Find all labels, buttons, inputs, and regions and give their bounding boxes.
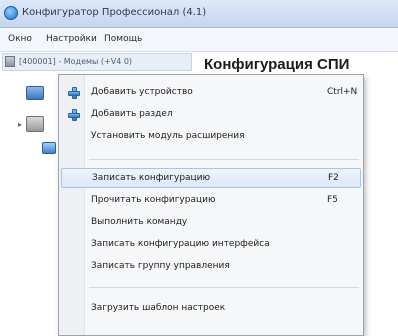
menu-item-load-template[interactable]: Загрузить шаблон настроек	[61, 299, 361, 319]
menu-item-label: Прочитать конфигурацию	[91, 195, 216, 205]
folder-icon[interactable]	[26, 86, 44, 100]
menu-item-label: Добавить устройство	[91, 87, 193, 97]
menu-separator	[89, 159, 359, 160]
window-title: Конфигуратор Профессионал (4.1)	[22, 7, 207, 18]
app-icon	[4, 6, 18, 20]
menu-item-read-config[interactable]: Прочитать конфигурацию F5	[61, 191, 361, 211]
tree-node-label: [400001] - Модемы (+V4 0)	[19, 57, 133, 66]
menu-item-add-device[interactable]: Добавить устройство Ctrl+N	[61, 83, 361, 103]
menu-item-shortcut: F5	[327, 195, 338, 205]
menu-item-write-control-group[interactable]: Записать группу управления	[61, 257, 361, 277]
menu-item-shortcut: F2	[328, 173, 339, 183]
menu-window[interactable]: Окно	[8, 34, 32, 44]
menu-item-label: Записать конфигурацию интерфейса	[91, 239, 270, 249]
menu-item-execute-command[interactable]: Выполнить команду	[61, 213, 361, 233]
device-icon	[5, 56, 15, 67]
menu-item-label: Загрузить шаблон настроек	[91, 303, 226, 313]
menu-separator	[89, 287, 359, 288]
page-title: Конфигурация СПИ	[204, 56, 350, 73]
menu-item-write-config[interactable]: Записать конфигурацию F2	[61, 168, 361, 188]
context-menu: Добавить устройство Ctrl+N Добавить разд…	[58, 74, 364, 336]
menu-item-install-module[interactable]: Установить модуль расширения	[61, 127, 361, 147]
menu-item-label: Записать группу управления	[91, 261, 230, 271]
menu-bar: Окно Настройки Помощь	[0, 28, 398, 52]
module-icon[interactable]	[42, 142, 56, 154]
menu-item-add-section[interactable]: Добавить раздел	[61, 105, 361, 125]
expand-icon[interactable]: ▸	[18, 120, 22, 129]
menu-item-write-interface-config[interactable]: Записать конфигурацию интерфейса	[61, 235, 361, 255]
menu-settings[interactable]: Настройки	[46, 34, 97, 44]
menu-item-shortcut: Ctrl+N	[327, 87, 358, 97]
menu-item-label: Установить модуль расширения	[91, 131, 245, 141]
title-bar: Конфигуратор Профессионал (4.1)	[0, 0, 398, 28]
menu-item-label: Выполнить команду	[91, 217, 188, 227]
plus-icon	[67, 86, 81, 100]
tree-node-top[interactable]: [400001] - Модемы (+V4 0)	[2, 53, 192, 71]
device-group-icon[interactable]	[26, 116, 44, 132]
menu-item-label: Записать конфигурацию	[92, 173, 211, 183]
menu-item-label: Добавить раздел	[91, 109, 173, 119]
menu-help[interactable]: Помощь	[104, 34, 142, 44]
plus-icon	[67, 108, 81, 122]
